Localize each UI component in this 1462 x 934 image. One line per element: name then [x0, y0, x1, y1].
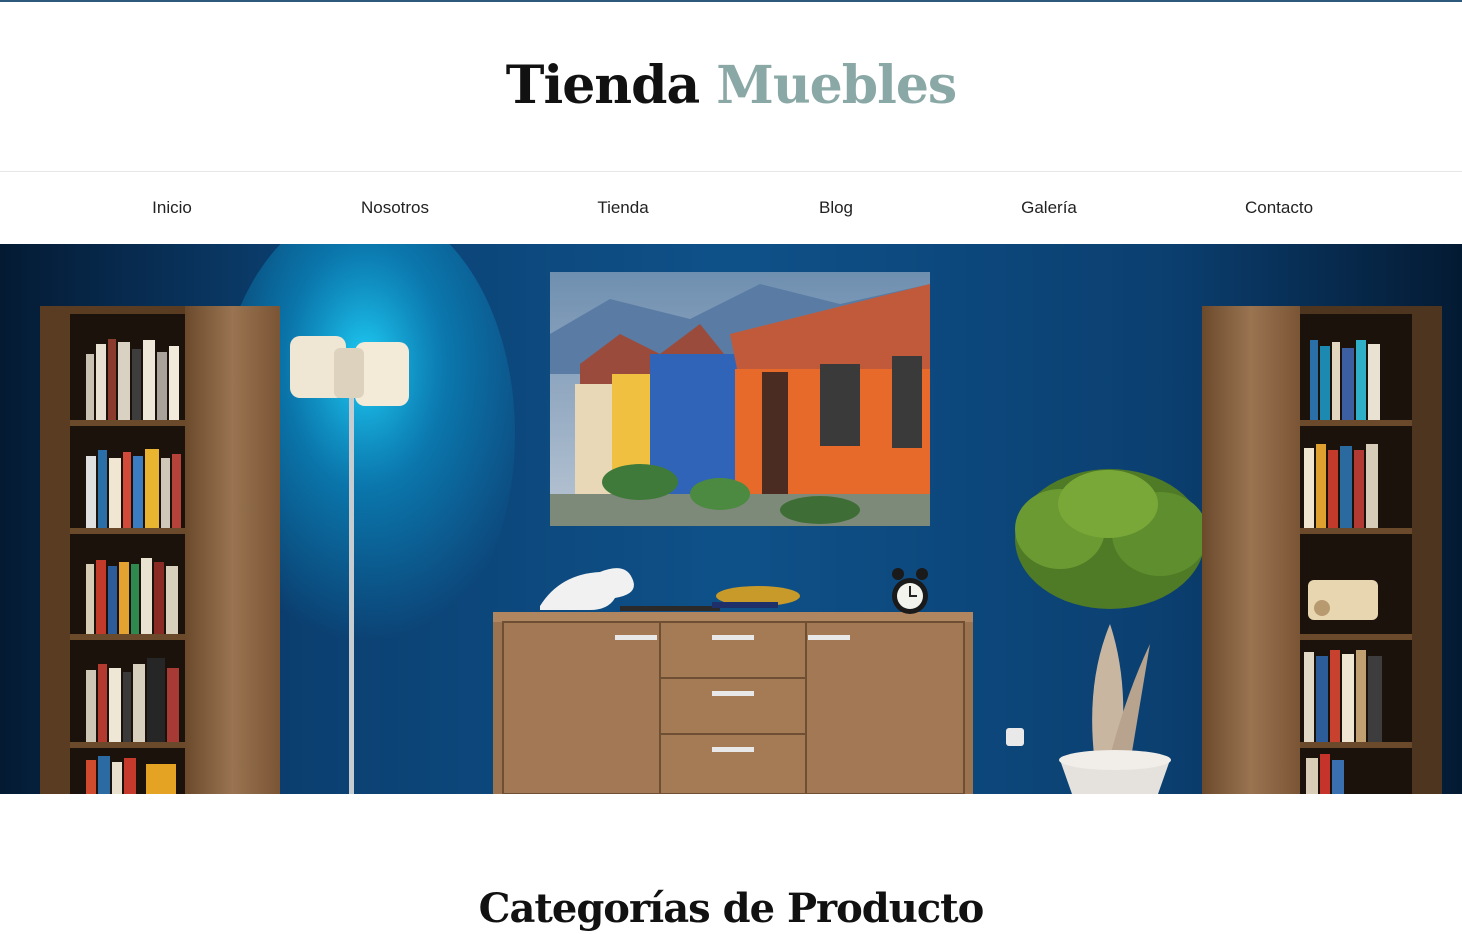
- main-navigation: Inicio Nosotros Tienda Blog Galería Cont…: [0, 172, 1462, 244]
- nav-item-tienda[interactable]: Tienda: [597, 172, 648, 244]
- wall-painting: [550, 272, 930, 526]
- nav-item-galeria[interactable]: Galería: [1021, 172, 1077, 244]
- nav-item-nosotros[interactable]: Nosotros: [361, 172, 429, 244]
- logo-primary-text: Tienda: [505, 55, 700, 116]
- nav-item-blog[interactable]: Blog: [819, 172, 853, 244]
- site-logo[interactable]: Tienda Muebles: [505, 55, 957, 116]
- site-header: Tienda Muebles: [0, 2, 1462, 172]
- right-bookshelf: [1202, 306, 1442, 794]
- section-title-categories: Categorías de Producto: [478, 885, 985, 933]
- left-bookshelf: [40, 306, 280, 794]
- hero-banner: [0, 244, 1462, 794]
- hero-image: [0, 244, 1462, 794]
- nav-item-inicio[interactable]: Inicio: [152, 172, 192, 244]
- logo-accent-text: Muebles: [716, 55, 957, 116]
- nav-item-contacto[interactable]: Contacto: [1245, 172, 1313, 244]
- sideboard-cabinet: [493, 612, 973, 794]
